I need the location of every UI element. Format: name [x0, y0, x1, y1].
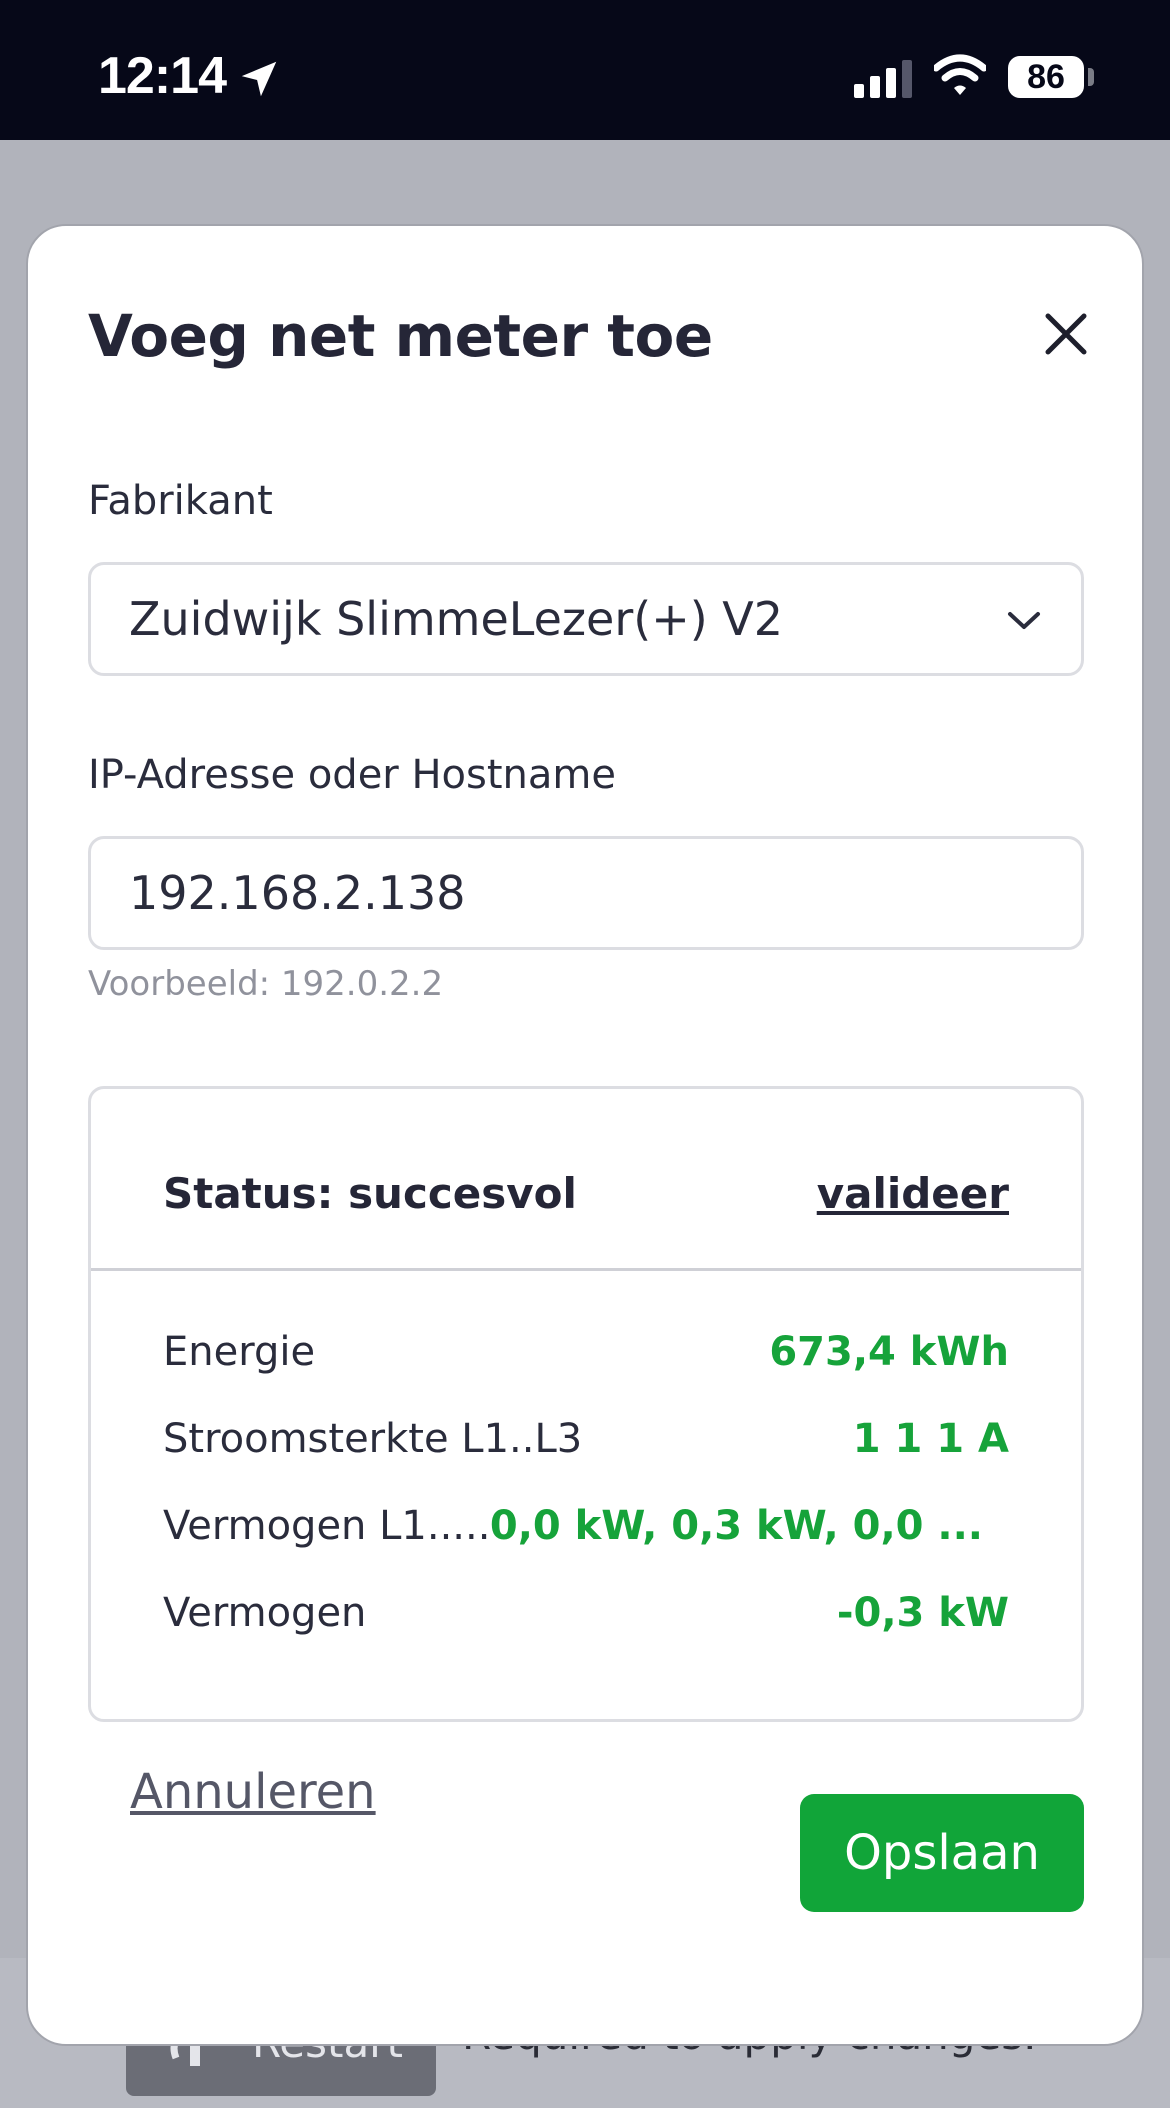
status-row-label: Stroomsterkte L1..L3 [163, 1416, 583, 1462]
close-icon[interactable] [1038, 306, 1094, 362]
status-card: Status: succesvol valideer Energie 673,4… [88, 1086, 1084, 1722]
save-button[interactable]: Opslaan [800, 1794, 1084, 1912]
status-row-value: 0,0 kW, 0,3 kW, 0,0 ... [489, 1503, 983, 1549]
address-label: IP-Adresse oder Hostname [88, 752, 616, 798]
status-row-power-phases: Vermogen L1..... 0,0 kW, 0,3 kW, 0,0 ... [163, 1503, 1009, 1563]
status-row-label: Vermogen L1..... [163, 1503, 491, 1549]
modal-title: Voeg net meter toe [88, 302, 713, 370]
address-input-value: 192.168.2.138 [129, 866, 466, 920]
address-input[interactable]: 192.168.2.138 [88, 836, 1084, 950]
wifi-icon [934, 54, 986, 95]
status-bar: 12:14 86 [0, 0, 1170, 140]
status-row-energy: Energie 673,4 kWh [163, 1329, 1009, 1389]
location-arrow-icon [241, 61, 277, 97]
status-text: Status: succesvol [163, 1169, 577, 1218]
cellular-signal-icon [854, 60, 912, 98]
status-header: Status: succesvol valideer [91, 1089, 1081, 1271]
status-row-current: Stroomsterkte L1..L3 1 1 1 A [163, 1416, 1009, 1476]
battery-indicator: 86 [1008, 56, 1084, 98]
validate-link[interactable]: valideer [817, 1169, 1009, 1218]
add-meter-modal: Voeg net meter toe Fabrikant Zuidwijk Sl… [26, 224, 1144, 2046]
battery-tip [1088, 68, 1094, 86]
address-hint: Voorbeeld: 192.0.2.2 [88, 964, 444, 1004]
status-time: 12:14 [98, 47, 227, 105]
chevron-down-icon [1008, 612, 1040, 629]
status-row-power: Vermogen -0,3 kW [163, 1590, 1009, 1650]
manufacturer-select[interactable]: Zuidwijk SlimmeLezer(+) V2 [88, 562, 1084, 676]
status-row-value: -0,3 kW [836, 1590, 1009, 1636]
status-row-label: Energie [163, 1329, 316, 1375]
manufacturer-selected-value: Zuidwijk SlimmeLezer(+) V2 [129, 592, 784, 646]
cancel-button[interactable]: Annuleren [130, 1764, 376, 1820]
manufacturer-label: Fabrikant [88, 478, 273, 524]
status-row-value: 673,4 kWh [769, 1329, 1009, 1375]
status-row-label: Vermogen [163, 1590, 367, 1636]
status-row-value: 1 1 1 A [852, 1416, 1009, 1462]
